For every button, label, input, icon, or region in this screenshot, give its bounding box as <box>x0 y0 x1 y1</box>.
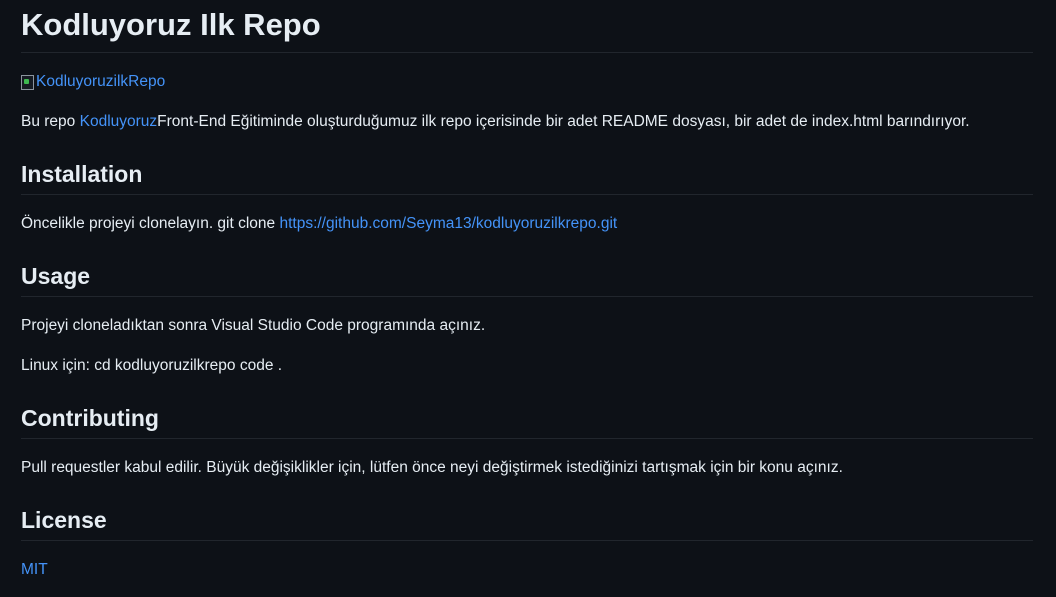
usage-line-2: Linux için: cd kodluyoruzilkrepo code . <box>21 357 283 374</box>
intro-suffix: Front-End Eğitiminde oluşturduğumuz ilk … <box>157 113 970 130</box>
contributing-heading: Contributing <box>21 405 159 431</box>
usage-divider <box>21 296 1033 297</box>
usage-heading: Usage <box>21 263 91 289</box>
broken-image-icon <box>21 74 35 90</box>
installation-paragraph: Öncelikle projeyi clonelayın. git clone … <box>21 213 617 235</box>
usage-line-1: Projeyi cloneladıktan sonra Visual Studi… <box>21 317 486 334</box>
repo-badge-image-link[interactable]: KodluyoruzilkRepo <box>21 71 165 93</box>
license-paragraph: MIT <box>21 559 48 581</box>
mit-license-link[interactable]: MIT <box>21 561 48 578</box>
title-divider <box>21 52 1033 53</box>
installation-text: Öncelikle projeyi clonelayın. git clone <box>21 215 280 232</box>
installation-divider <box>21 194 1033 195</box>
installation-heading: Installation <box>21 161 143 187</box>
contributing-paragraph: Pull requestler kabul edilir. Büyük deği… <box>21 459 843 476</box>
intro-prefix: Bu repo <box>21 113 80 130</box>
repo-clone-link[interactable]: https://github.com/Seyma13/kodluyoruzilk… <box>279 215 617 232</box>
readme-content: Kodluyoruz Ilk Repo KodluyoruzilkRepo Bu… <box>0 0 1056 597</box>
intro-paragraph: Bu repo KodluyoruzFront-End Eğitiminde o… <box>21 111 970 133</box>
kodluyoruz-link[interactable]: Kodluyoruz <box>80 113 158 130</box>
badge-alt-text: KodluyoruzilkRepo <box>36 73 166 90</box>
page-title: Kodluyoruz Ilk Repo <box>21 7 321 42</box>
license-heading: License <box>21 507 107 533</box>
contributing-divider <box>21 438 1033 439</box>
license-divider <box>21 540 1033 541</box>
